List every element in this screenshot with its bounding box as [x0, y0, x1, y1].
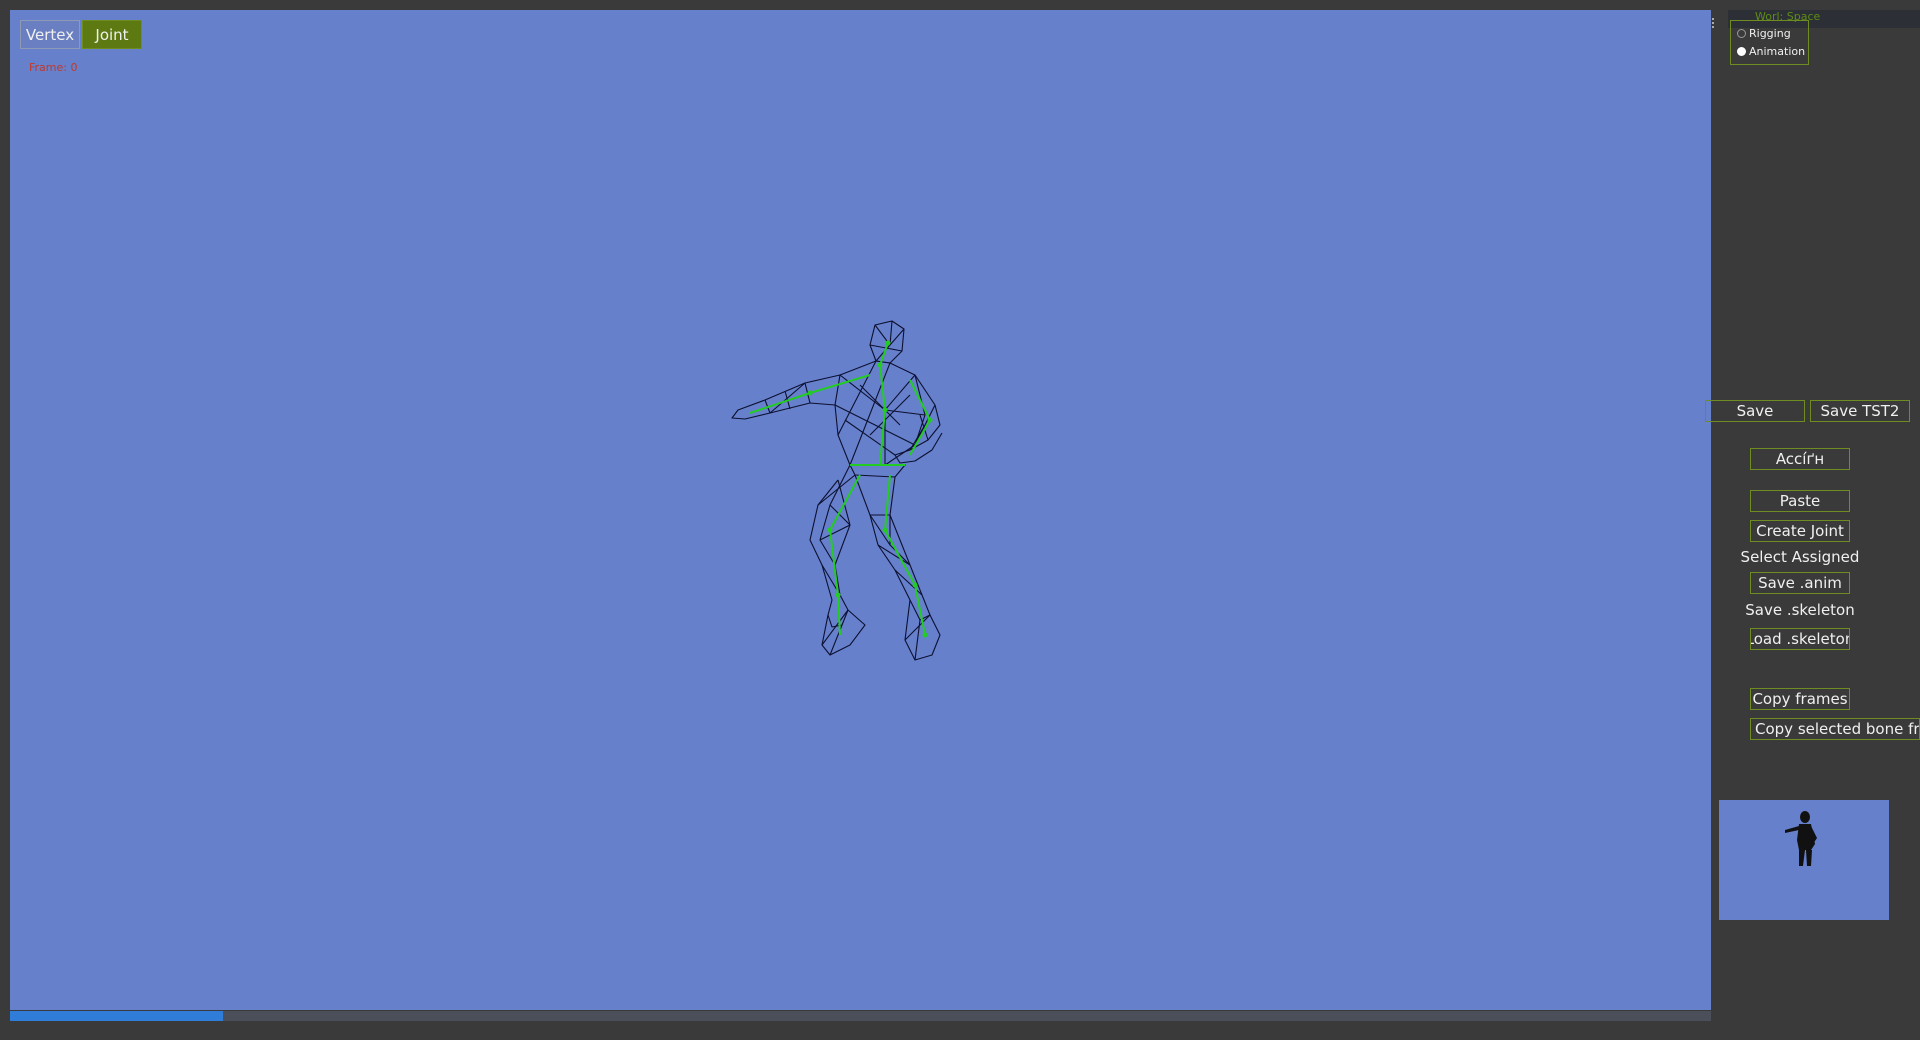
- vertex-mode-button[interactable]: Vertex: [20, 20, 80, 49]
- copy-selected-bone-frames-button[interactable]: Copy selected bone frar: [1750, 718, 1920, 740]
- paste-button[interactable]: Paste: [1750, 490, 1850, 512]
- radio-button-icon[interactable]: [1737, 46, 1746, 56]
- animation-editor: Vertex Joint Frame: 0 Worl: Space Riggin…: [0, 0, 1920, 1040]
- save-skeleton-button[interactable]: Save .skeleton: [1730, 599, 1870, 621]
- save-button[interactable]: Save: [1705, 400, 1805, 422]
- panel-drag-handle-icon[interactable]: [1711, 16, 1715, 32]
- frame-counter: Frame: 0: [29, 61, 78, 74]
- radio-label: Rigging: [1749, 26, 1791, 40]
- timeline-progress-fill: [10, 1011, 223, 1021]
- load-skeleton-button[interactable]: Load .skeleton: [1750, 628, 1850, 650]
- preview-character-silhouette: [1785, 811, 1817, 866]
- save-anim-button[interactable]: Save .anim: [1750, 572, 1850, 594]
- radio-label: Animation: [1749, 44, 1806, 58]
- timeline-scrubber[interactable]: [10, 1011, 1711, 1021]
- save-tst2-button[interactable]: Save TST2: [1810, 400, 1910, 422]
- radio-button-icon[interactable]: [1737, 28, 1746, 38]
- assign-button[interactable]: Accíґн: [1750, 448, 1850, 470]
- tools-panel: Worl: Space Rigging Animation Save Save …: [1705, 10, 1920, 1040]
- wireframe-character-model[interactable]: [710, 315, 970, 665]
- joint-mode-button[interactable]: Joint: [82, 20, 142, 49]
- preview-viewport[interactable]: [1719, 800, 1889, 920]
- copy-frames-button[interactable]: Copy frames: [1750, 688, 1850, 710]
- create-joint-button[interactable]: Create Joint: [1750, 520, 1850, 542]
- radio-rigging[interactable]: Rigging: [1737, 25, 1791, 41]
- editor-mode-radio-group: Rigging Animation: [1730, 20, 1809, 65]
- radio-animation[interactable]: Animation: [1737, 43, 1805, 59]
- select-assigned-button[interactable]: Select Assigned: [1730, 546, 1870, 568]
- 3d-viewport[interactable]: Vertex Joint Frame: 0: [10, 10, 1711, 1010]
